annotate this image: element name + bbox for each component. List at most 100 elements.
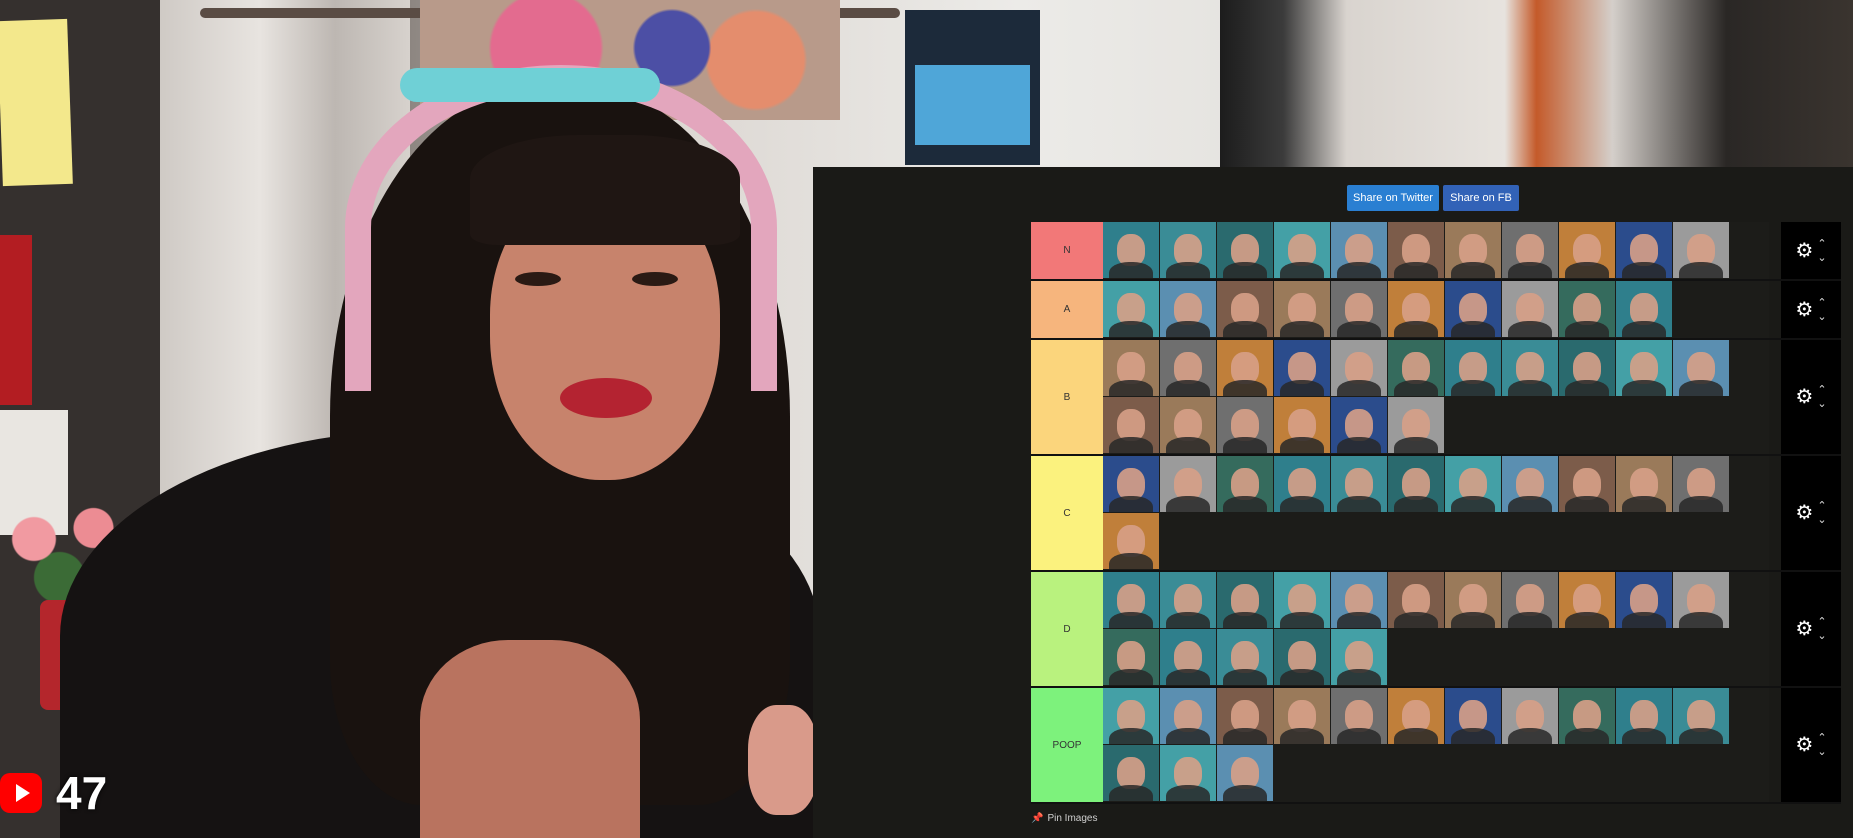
tier-item-image[interactable] — [1502, 688, 1558, 744]
chevron-down-icon[interactable]: ⌄ — [1817, 629, 1826, 643]
tier-item-image[interactable] — [1445, 340, 1501, 396]
tier-label[interactable]: D — [1031, 572, 1103, 686]
gear-icon[interactable]: ⚙ — [1795, 387, 1813, 407]
tier-item-image[interactable] — [1616, 456, 1672, 512]
tier-item-image[interactable] — [1160, 340, 1216, 396]
gear-icon[interactable]: ⚙ — [1795, 619, 1813, 639]
tier-item-image[interactable] — [1502, 281, 1558, 337]
tier-label[interactable]: A — [1031, 281, 1103, 338]
gear-icon[interactable]: ⚙ — [1795, 300, 1813, 320]
tier-item-image[interactable] — [1502, 340, 1558, 396]
tier-item-image[interactable] — [1160, 629, 1216, 685]
tier-item-image[interactable] — [1559, 688, 1615, 744]
chevron-down-icon[interactable]: ⌄ — [1817, 310, 1826, 324]
tier-item-image[interactable] — [1559, 340, 1615, 396]
tier-item-image[interactable] — [1331, 397, 1387, 453]
tier-item-image[interactable] — [1331, 572, 1387, 628]
tier-item-image[interactable] — [1274, 688, 1330, 744]
tier-item-image[interactable] — [1445, 572, 1501, 628]
chevron-down-icon[interactable]: ⌄ — [1817, 513, 1826, 527]
tier-item-image[interactable] — [1331, 281, 1387, 337]
tier-item-image[interactable] — [1274, 340, 1330, 396]
tier-item-image[interactable] — [1616, 340, 1672, 396]
tier-item-image[interactable] — [1160, 281, 1216, 337]
tier-item-image[interactable] — [1217, 745, 1273, 801]
tier-item-image[interactable] — [1331, 340, 1387, 396]
tier-label[interactable]: C — [1031, 456, 1103, 570]
tier-item-image[interactable] — [1103, 281, 1159, 337]
tier-item-image[interactable] — [1502, 456, 1558, 512]
tier-item-image[interactable] — [1559, 572, 1615, 628]
gear-icon[interactable]: ⚙ — [1795, 241, 1813, 261]
tier-item-image[interactable] — [1616, 281, 1672, 337]
tier-item-image[interactable] — [1331, 688, 1387, 744]
tier-item-image[interactable] — [1559, 456, 1615, 512]
tier-item-image[interactable] — [1217, 340, 1273, 396]
share-facebook-button[interactable]: Share on FB — [1443, 185, 1519, 211]
tier-item-image[interactable] — [1388, 281, 1444, 337]
tier-item-image[interactable] — [1388, 222, 1444, 278]
pin-images-toggle[interactable]: 📌 Pin Images — [1031, 813, 1097, 824]
tier-item-image[interactable] — [1217, 456, 1273, 512]
tier-item-image[interactable] — [1274, 397, 1330, 453]
chevron-up-icon[interactable]: ⌃ — [1817, 499, 1826, 513]
tier-item-image[interactable] — [1217, 281, 1273, 337]
tier-item-image[interactable] — [1160, 745, 1216, 801]
tier-item-image[interactable] — [1274, 456, 1330, 512]
tier-item-image[interactable] — [1103, 629, 1159, 685]
tier-item-image[interactable] — [1559, 281, 1615, 337]
tier-item-image[interactable] — [1103, 397, 1159, 453]
tier-item-image[interactable] — [1274, 281, 1330, 337]
tier-item-image[interactable] — [1103, 513, 1159, 569]
tier-item-image[interactable] — [1673, 340, 1729, 396]
tier-item-image[interactable] — [1388, 688, 1444, 744]
tier-item-image[interactable] — [1445, 222, 1501, 278]
tier-item-image[interactable] — [1103, 745, 1159, 801]
tier-item-image[interactable] — [1274, 222, 1330, 278]
tier-item-image[interactable] — [1673, 222, 1729, 278]
gear-icon[interactable]: ⚙ — [1795, 503, 1813, 523]
tier-label[interactable]: N — [1031, 222, 1103, 279]
tier-item-image[interactable] — [1616, 688, 1672, 744]
tier-item-image[interactable] — [1217, 397, 1273, 453]
tier-label[interactable]: POOP — [1031, 688, 1103, 802]
tier-item-image[interactable] — [1160, 456, 1216, 512]
tier-item-image[interactable] — [1274, 629, 1330, 685]
tier-item-image[interactable] — [1445, 688, 1501, 744]
tier-item-image[interactable] — [1502, 222, 1558, 278]
tier-item-image[interactable] — [1160, 397, 1216, 453]
tier-item-image[interactable] — [1673, 572, 1729, 628]
tier-item-image[interactable] — [1616, 222, 1672, 278]
tier-item-image[interactable] — [1274, 572, 1330, 628]
tier-item-image[interactable] — [1103, 340, 1159, 396]
tier-item-image[interactable] — [1160, 572, 1216, 628]
tier-item-image[interactable] — [1559, 222, 1615, 278]
chevron-up-icon[interactable]: ⌃ — [1817, 615, 1826, 629]
tier-item-image[interactable] — [1331, 456, 1387, 512]
chevron-down-icon[interactable]: ⌄ — [1817, 745, 1826, 759]
chevron-up-icon[interactable]: ⌃ — [1817, 237, 1826, 251]
chevron-down-icon[interactable]: ⌄ — [1817, 251, 1826, 265]
chevron-up-icon[interactable]: ⌃ — [1817, 296, 1826, 310]
tier-item-image[interactable] — [1673, 688, 1729, 744]
tier-item-image[interactable] — [1217, 222, 1273, 278]
tier-item-image[interactable] — [1388, 572, 1444, 628]
tier-item-image[interactable] — [1217, 629, 1273, 685]
tier-item-image[interactable] — [1502, 572, 1558, 628]
chevron-down-icon[interactable]: ⌄ — [1817, 397, 1826, 411]
tier-item-image[interactable] — [1217, 572, 1273, 628]
tier-item-image[interactable] — [1160, 222, 1216, 278]
tier-item-image[interactable] — [1388, 397, 1444, 453]
tier-item-image[interactable] — [1445, 281, 1501, 337]
tier-item-image[interactable] — [1103, 688, 1159, 744]
tier-item-image[interactable] — [1388, 456, 1444, 512]
chevron-up-icon[interactable]: ⌃ — [1817, 731, 1826, 745]
tier-label[interactable]: B — [1031, 340, 1103, 454]
tier-item-image[interactable] — [1103, 456, 1159, 512]
tier-item-image[interactable] — [1331, 222, 1387, 278]
tier-item-image[interactable] — [1331, 629, 1387, 685]
chevron-up-icon[interactable]: ⌃ — [1817, 383, 1826, 397]
tier-item-image[interactable] — [1160, 688, 1216, 744]
tier-item-image[interactable] — [1217, 688, 1273, 744]
tier-item-image[interactable] — [1616, 572, 1672, 628]
